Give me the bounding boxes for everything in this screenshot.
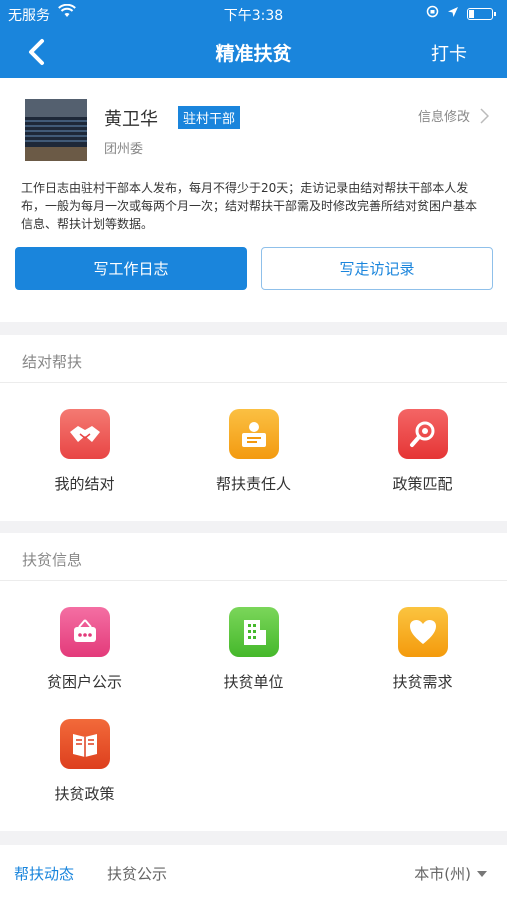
profile-card: 黄卫华 驻村干部 团州委 信息修改 工作日志由驻村干部本人发布，每月不得少于20…: [0, 78, 507, 322]
location-icon: [447, 6, 459, 22]
grid-item-label: 我的结对: [54, 475, 115, 493]
info-section: 扶贫信息 贫困户公示 扶贫单位 扶贫需求 扶贫政策: [0, 533, 507, 831]
my-pairing-item[interactable]: 我的结对: [0, 409, 169, 494]
edit-info-label: 信息修改: [417, 110, 470, 125]
bottom-tab-bar: 帮扶动态 扶贫公示 本市(州): [0, 845, 507, 900]
caret-down-icon: [477, 870, 487, 877]
search-icon: [397, 409, 448, 459]
poverty-unit-item[interactable]: 扶贫单位: [169, 607, 338, 692]
region-select[interactable]: 本市(州): [414, 863, 487, 884]
grid-item-label: 扶贫政策: [54, 785, 115, 803]
tab-poverty-notice[interactable]: 扶贫公示: [107, 863, 167, 884]
building-icon: [228, 607, 279, 657]
poverty-demand-item[interactable]: 扶贫需求: [338, 607, 507, 692]
user-org: 团州委: [104, 142, 144, 157]
grid-item-label: 贫困户公示: [46, 673, 122, 691]
poverty-policy-item[interactable]: 扶贫政策: [0, 719, 169, 804]
app-header: 无服务 下午3:38 精准扶贫 打卡: [0, 0, 507, 78]
chevron-right-icon: [480, 107, 489, 124]
rotation-lock-icon: [426, 5, 439, 22]
status-bar: 无服务 下午3:38: [0, 0, 507, 26]
region-label: 本市(州): [414, 865, 471, 883]
status-icons: [426, 5, 496, 22]
user-name: 黄卫华: [104, 109, 158, 130]
grid-item-label: 扶贫单位: [223, 673, 284, 691]
grid-item-label: 扶贫需求: [392, 673, 453, 691]
tab-assistance-news[interactable]: 帮扶动态: [14, 863, 74, 884]
person-badge-icon: [228, 409, 279, 459]
avatar[interactable]: [25, 99, 87, 161]
grid-item-label: 帮扶责任人: [215, 475, 291, 493]
signboard-icon: [59, 607, 110, 657]
divider: [0, 580, 507, 581]
check-in-button[interactable]: 打卡: [431, 40, 467, 66]
pairing-section: 结对帮扶 我的结对 帮扶责任人 政策匹配: [0, 335, 507, 521]
write-log-button[interactable]: 写工作日志: [15, 247, 247, 290]
responsible-person-item[interactable]: 帮扶责任人: [169, 409, 338, 494]
section-title: 结对帮扶: [22, 353, 83, 371]
nav-bar: 精准扶贫 打卡: [0, 26, 507, 78]
write-visit-button[interactable]: 写走访记录: [261, 247, 493, 290]
section-title: 扶贫信息: [22, 551, 83, 569]
heart-icon: [397, 607, 448, 657]
role-badge: 驻村干部: [178, 106, 241, 129]
instructions-text: 工作日志由驻村干部本人发布，每月不得少于20天；走访记录由结对帮扶干部本人发布，…: [21, 181, 478, 231]
book-icon: [59, 719, 110, 769]
grid-item-label: 政策匹配: [392, 475, 453, 493]
poor-household-notice-item[interactable]: 贫困户公示: [0, 607, 169, 692]
divider: [0, 382, 507, 383]
battery-icon: [467, 7, 496, 20]
handshake-icon: [59, 409, 110, 459]
edit-info-link[interactable]: 信息修改: [418, 106, 489, 125]
policy-match-item[interactable]: 政策匹配: [338, 409, 507, 494]
